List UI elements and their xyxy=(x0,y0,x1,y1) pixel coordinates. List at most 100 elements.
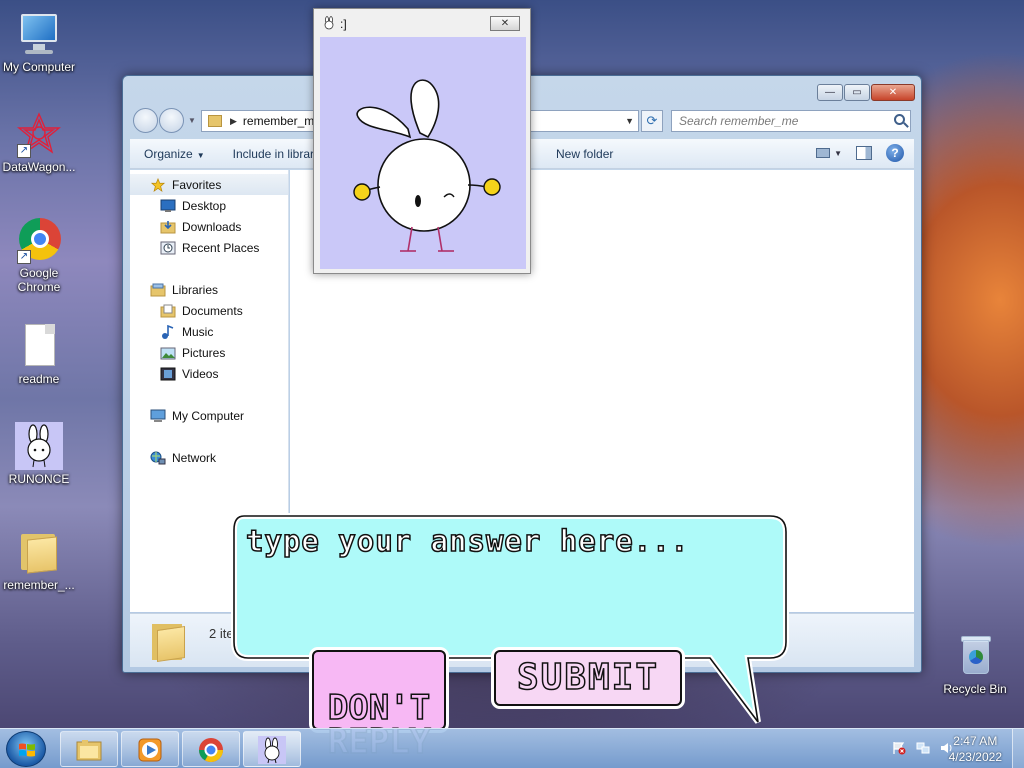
nav-downloads[interactable]: Downloads xyxy=(130,216,288,237)
chevron-down-icon[interactable]: ▼ xyxy=(625,116,634,126)
desktop-icon-label: RUNONCE xyxy=(8,472,70,486)
refresh-button[interactable]: ⟳ xyxy=(641,110,663,132)
nav-label: Libraries xyxy=(172,282,219,297)
nav-pictures[interactable]: Pictures xyxy=(130,342,288,363)
close-button[interactable]: ✕ xyxy=(490,16,520,31)
system-tray: 2:47 AM 4/23/2022 xyxy=(824,729,1024,768)
shortcut-arrow-icon: ↗ xyxy=(17,250,31,264)
organize-button[interactable]: Organize ▼ xyxy=(130,147,219,161)
close-button[interactable]: ✕ xyxy=(871,84,915,101)
address-text: remember_me xyxy=(242,114,321,128)
folder-icon xyxy=(76,740,102,761)
desktop-icon-label: Recycle Bin xyxy=(943,682,1007,696)
search-input[interactable]: Search remember_me xyxy=(671,110,911,132)
desktop-icon-recycle-bin[interactable]: Recycle Bin xyxy=(936,632,1014,696)
system-clock[interactable]: 2:47 AM 4/23/2022 xyxy=(949,733,1002,765)
chevron-down-icon[interactable]: ▼ xyxy=(834,149,842,158)
media-player-icon xyxy=(138,738,162,762)
nav-my-computer[interactable]: My Computer xyxy=(130,405,288,426)
nav-network[interactable]: Network xyxy=(130,447,288,468)
desktop-icon-label: remember_... xyxy=(3,578,75,592)
desktop-icon-datawagon[interactable]: ↗ DataWagon... xyxy=(0,110,78,174)
computer-icon xyxy=(15,10,63,58)
view-options-icon[interactable] xyxy=(816,148,831,158)
nav-music[interactable]: Music xyxy=(130,321,288,342)
desktop-icon-remember-me[interactable]: remember_... xyxy=(0,528,78,592)
help-icon[interactable]: ? xyxy=(886,144,904,162)
include-label: Include in library xyxy=(232,146,320,161)
organize-label: Organize xyxy=(144,146,193,161)
desktop-icon-runonce[interactable]: RUNONCE xyxy=(0,422,78,486)
nav-desktop[interactable]: Desktop xyxy=(130,195,288,216)
nav-label: Desktop xyxy=(182,198,227,213)
libraries-icon xyxy=(150,283,166,296)
action-center-flag-icon[interactable] xyxy=(892,741,906,755)
music-icon xyxy=(162,324,174,339)
nav-label: My Computer xyxy=(172,408,245,423)
downloads-icon xyxy=(160,220,176,233)
nav-favorites[interactable]: Favorites xyxy=(130,174,288,195)
forward-button[interactable] xyxy=(159,108,184,133)
start-button[interactable] xyxy=(6,731,46,767)
chrome-icon: ↗ xyxy=(15,216,63,264)
minimize-button[interactable]: — xyxy=(817,84,843,101)
show-desktop-button[interactable] xyxy=(1012,729,1024,768)
star-icon xyxy=(150,177,166,192)
submit-button[interactable]: SUBMIT xyxy=(494,650,682,706)
bunny-canvas xyxy=(320,37,526,269)
nav-libraries[interactable]: Libraries xyxy=(130,279,288,300)
recycle-bin-icon xyxy=(951,632,999,680)
answer-input[interactable] xyxy=(246,524,776,644)
desktop-icon-my-computer[interactable]: My Computer xyxy=(0,10,78,74)
desktop-icon-label: readme xyxy=(18,372,60,386)
folder-icon xyxy=(152,622,185,662)
desktop-icon-label: DataWagon... xyxy=(2,160,76,174)
desktop-icon-chrome[interactable]: ↗ Google Chrome xyxy=(0,216,78,294)
clock-date: 4/23/2022 xyxy=(948,750,1002,764)
nav-label: Downloads xyxy=(182,219,242,234)
desktop-icon-readme[interactable]: readme xyxy=(0,322,78,386)
nav-label: Videos xyxy=(182,366,219,381)
view-controls: ▼ ? xyxy=(816,144,904,162)
network-icon xyxy=(150,451,166,464)
nav-recent-places[interactable]: Recent Places xyxy=(130,237,288,258)
recent-pages-dropdown-icon[interactable]: ▼ xyxy=(188,116,196,125)
new-folder-button[interactable]: New folder xyxy=(542,147,627,161)
maximize-button[interactable]: ▭ xyxy=(844,84,870,101)
documents-icon xyxy=(160,304,176,317)
bunny-icon xyxy=(15,422,63,470)
computer-icon xyxy=(150,409,166,422)
nav-label: Music xyxy=(182,324,214,339)
nav-label: Pictures xyxy=(182,345,226,360)
datawagon-icon: ↗ xyxy=(15,110,63,158)
taskbar-chrome-button[interactable] xyxy=(182,731,240,767)
folder-icon xyxy=(208,115,222,127)
nav-label: Documents xyxy=(182,303,243,318)
bunny-icon xyxy=(258,736,286,764)
network-status-icon[interactable] xyxy=(916,741,930,755)
dont-reply-button[interactable]: DON'T REPLY xyxy=(312,650,446,760)
desktop-icon-label: My Computer xyxy=(2,60,76,74)
videos-icon xyxy=(160,367,176,380)
submit-label: SUBMIT xyxy=(516,656,660,699)
chrome-icon xyxy=(199,738,223,763)
nav-label: Favorites xyxy=(172,177,222,192)
preview-pane-icon[interactable] xyxy=(856,146,872,160)
search-icon[interactable] xyxy=(894,114,905,125)
nav-documents[interactable]: Documents xyxy=(130,300,288,321)
folder-icon xyxy=(15,528,63,576)
desktop-icon-label: Google Chrome xyxy=(17,266,61,294)
taskbar-runonce-button[interactable] xyxy=(243,731,301,767)
shortcut-arrow-icon: ↗ xyxy=(17,144,31,158)
pictures-icon xyxy=(160,347,176,359)
back-button[interactable] xyxy=(133,108,158,133)
taskbar-media-player-button[interactable] xyxy=(121,731,179,767)
search-placeholder: Search remember_me xyxy=(679,114,799,128)
chevron-right-icon[interactable]: ▶ xyxy=(230,116,237,127)
clock-time: 2:47 AM xyxy=(953,734,998,748)
bunny-popup-window[interactable]: :] ✕ xyxy=(313,8,531,274)
recent-places-icon xyxy=(160,241,176,254)
bunny-icon xyxy=(324,16,334,30)
taskbar-explorer-button[interactable] xyxy=(60,731,118,767)
nav-videos[interactable]: Videos xyxy=(130,363,288,384)
